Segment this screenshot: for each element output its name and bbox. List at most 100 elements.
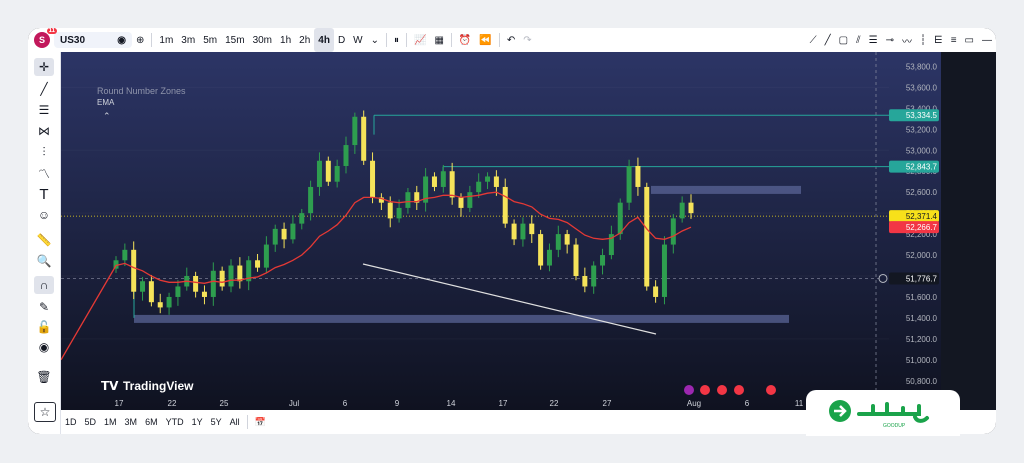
vertical-line-icon[interactable]: ┆ [916,28,930,52]
timeframe-4h[interactable]: 4h [314,28,334,52]
trend-line-icon[interactable]: ⟋ [806,28,821,52]
toolbar-divider [386,33,388,47]
redo-icon[interactable]: ↷ [519,28,535,52]
timeframe-5m[interactable]: 5m [199,28,221,52]
lock-icon[interactable]: 🔓 [34,318,54,336]
candle-body [661,244,667,297]
candle-type-icon[interactable]: ⏸ [390,28,403,52]
range-1y[interactable]: 1Y [188,417,207,427]
timeframe-D[interactable]: D [334,28,349,52]
parallel-channel-icon[interactable]: ⫽ [852,28,864,52]
ray-icon[interactable]: ╱ [821,28,835,52]
note-icon[interactable]: ▭ [961,28,978,52]
candle-body [679,202,685,219]
timeframe-1m[interactable]: 1m [155,28,177,52]
layout-grid-icon[interactable]: ▦ [430,28,447,52]
price-chart[interactable]: Round Number Zones EMA ⌃ 𝗧𝗩 TradingView … [61,52,941,410]
user-avatar[interactable]: S 11 [34,28,57,48]
fib-icon[interactable]: ☰ [865,28,882,52]
price-tick: 51,000.0 [906,356,938,365]
range-1d[interactable]: 1D [61,417,81,427]
visibility-icon[interactable]: ◉ [34,338,54,356]
candle-body [511,223,517,240]
gann-icon[interactable]: ⋿ [930,28,947,52]
horizontal-ray-icon[interactable]: ⊸ [882,28,898,52]
range-5d[interactable]: 5D [81,417,101,427]
indicators-icon[interactable]: 📈 [410,28,430,52]
candle-body [670,218,676,245]
undo-icon[interactable]: ↶ [503,28,519,52]
range-all[interactable]: All [226,417,244,427]
lock-pencil-icon[interactable]: ✎ [34,298,54,316]
price-label: 52,266.7 [906,223,938,232]
zoom-icon[interactable]: 🔍 [34,252,54,270]
timeframe-W[interactable]: W [349,28,366,52]
symbol-eye-icon[interactable]: ◉ [117,35,126,46]
candle-body [405,192,411,208]
rectangle-icon[interactable]: ▢ [835,28,852,52]
compare-icon[interactable]: ⊕ [132,28,148,52]
range-5y[interactable]: 5Y [207,417,226,427]
candle-body [237,265,243,282]
price-tick: 52,600.0 [906,188,938,197]
app-frame: S 11 US30 ◉ ⊕ 1m 3m 5m 15m 30m 1h 2h 4h D W ⌄ ⏸ 📈… [28,28,996,434]
path-icon[interactable]: 〰 [898,28,916,52]
pattern-icon[interactable]: 〽 [34,164,54,182]
star-icon[interactable]: ☆ [34,402,56,422]
timeframe-3m[interactable]: 3m [177,28,199,52]
range-3m[interactable]: 3M [121,417,142,427]
timezone-label[interactable]: +3:30 [960,419,983,429]
emoji-icon[interactable]: ☺ [34,206,54,224]
symbol-search[interactable]: US30 ◉ [54,32,132,48]
legend-indicator-2[interactable]: EMA [97,98,115,107]
resistance-zone[interactable] [651,185,801,194]
time-label: 6 [343,399,348,408]
more-icon[interactable]: — [978,28,996,52]
timeframe-30m[interactable]: 30m [249,28,276,52]
candle-body [555,234,561,250]
flag-event-icon[interactable] [734,385,744,395]
timeframe-2h[interactable]: 2h [295,28,314,52]
price-label: 53,334.5 [906,111,938,120]
price-tick: 53,000.0 [906,146,938,155]
candle-body [281,228,287,240]
range-ytd[interactable]: YTD [162,417,188,427]
goto-date-icon[interactable]: 📅 [251,417,270,428]
range-6m[interactable]: 6M [141,417,162,427]
candle-body [617,202,623,235]
tradingview-watermark: 𝗧𝗩 TradingView [101,379,194,393]
lightning-event-icon[interactable] [684,385,694,395]
measure-icon[interactable]: 📏 [34,231,54,249]
toolbar-divider [498,33,500,47]
timeframe-1h[interactable]: 1h [276,28,295,52]
legend-indicator-1[interactable]: Round Number Zones [97,86,186,96]
flag-event-icon[interactable] [700,385,710,395]
fib-tool-icon[interactable]: ⫶ [34,143,54,161]
candle-body [546,249,552,266]
legend-collapse-icon[interactable]: ⌃ [103,112,111,122]
support-zone[interactable] [134,314,789,323]
pitchfork-icon[interactable]: ⋈ [34,122,54,140]
trash-icon[interactable]: 🗑 [34,368,54,386]
channel-tool-icon[interactable]: ☰ [34,101,54,119]
goodup-logo-icon: GOODUP [829,400,929,429]
drawing-sidebar: ✛ ╱ ☰ ⋈ ⫶ 〽 T ☺ 📏 🔍 ∩ ✎ 🔓 ◉ 🗑 ☆ [28,52,61,434]
replay-icon[interactable]: ⏪ [475,28,495,52]
candle-body [396,207,402,219]
alert-icon[interactable]: ⏰ [455,28,475,52]
price-tick: 50,800.0 [906,377,938,386]
text-tool-icon[interactable]: T [34,185,54,203]
chevron-down-icon[interactable]: ⌄ [367,28,383,52]
toolbar-divider [151,33,153,47]
ruler-icon[interactable]: ≡ [947,28,961,52]
flag-event-icon[interactable] [717,385,727,395]
timeframe-15m[interactable]: 15m [221,28,248,52]
candle-body [131,249,137,292]
crosshair-icon[interactable]: ✛ [34,58,54,76]
magnet-icon[interactable]: ∩ [34,276,54,294]
price-tick: 52,000.0 [906,251,938,260]
price-tick: 53,200.0 [906,125,938,134]
line-tool-icon[interactable]: ╱ [34,80,54,98]
range-1m[interactable]: 1M [100,417,121,427]
flag-event-icon[interactable] [766,385,776,395]
